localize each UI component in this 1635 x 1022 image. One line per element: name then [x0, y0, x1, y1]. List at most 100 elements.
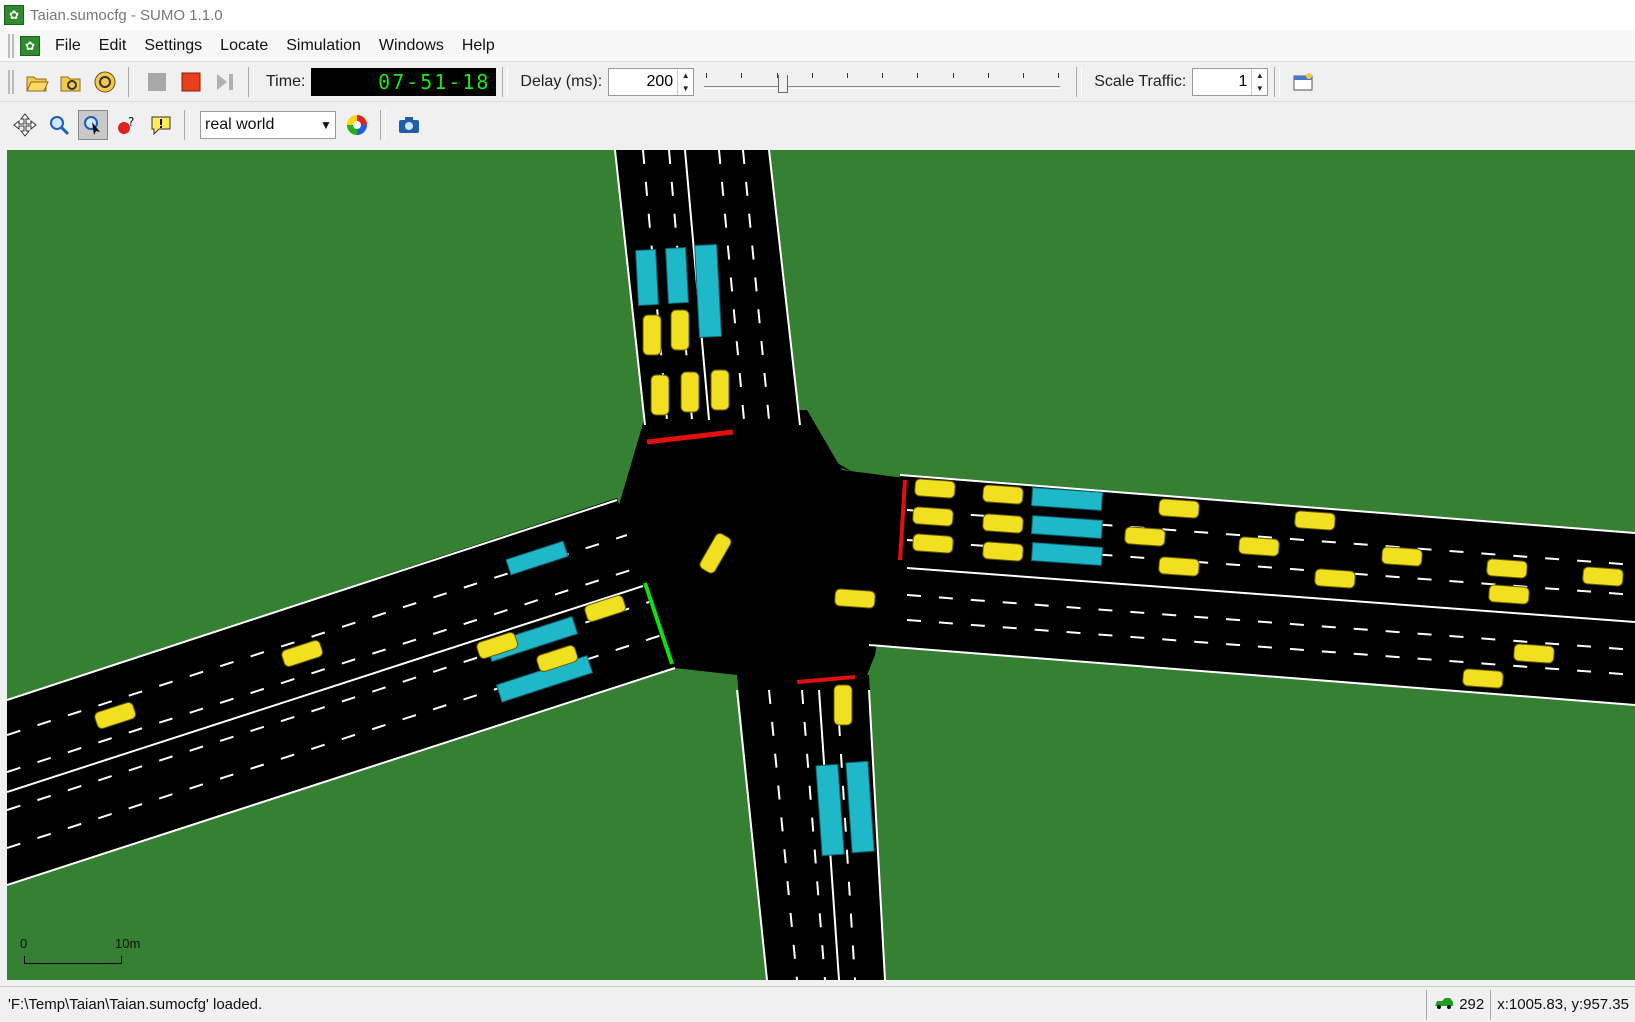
chevron-down-icon[interactable]: ▼ — [317, 118, 335, 132]
menu-file[interactable]: File — [46, 33, 90, 59]
car — [982, 484, 1024, 505]
car — [680, 371, 700, 413]
step-icon[interactable] — [210, 67, 240, 97]
status-message: 'F:\Temp\Taian\Taian.sumocfg' loaded. — [8, 996, 263, 1013]
menu-settings[interactable]: Settings — [135, 33, 211, 59]
west-road — [7, 498, 675, 885]
scale-traffic-spinner[interactable]: ▲▼ — [1192, 67, 1269, 96]
toolbar-separator — [184, 110, 190, 140]
delay-slider-tick — [811, 72, 813, 78]
car — [1381, 546, 1423, 567]
app-icon: ✿ — [4, 5, 24, 25]
cursor-coords-cell: x:1005.83, y:957.35 — [1490, 989, 1635, 1020]
car — [1294, 510, 1336, 531]
delay-slider-tick — [1058, 72, 1060, 78]
delay-slider-tick — [776, 72, 778, 78]
toolbar-separator — [502, 66, 509, 97]
recenter-icon[interactable] — [10, 110, 40, 140]
car — [982, 541, 1024, 562]
car — [912, 533, 954, 554]
scale-bar-line — [24, 956, 122, 964]
scale-traffic-input[interactable] — [1193, 68, 1252, 95]
car — [1582, 566, 1624, 587]
menu-edit[interactable]: Edit — [90, 33, 136, 59]
toolbar-separator — [248, 66, 254, 97]
car — [982, 513, 1024, 534]
delay-slider-track — [704, 85, 1061, 89]
scale-end-label: 10m — [115, 936, 141, 951]
menu-bar: ✿ File Edit Settings Locate Simulation W… — [0, 30, 1635, 62]
scale-traffic-label: Scale Traffic: — [1094, 72, 1187, 90]
toolbar-separator — [1274, 66, 1281, 97]
delay-slider-thumb[interactable] — [778, 74, 788, 93]
stop-icon[interactable] — [176, 67, 206, 97]
delay-slider-tick — [917, 72, 919, 78]
new-view-icon[interactable] — [1288, 67, 1318, 97]
car-icon — [1433, 996, 1455, 1013]
recent-icon[interactable] — [90, 67, 120, 97]
car — [1124, 526, 1166, 547]
reload-icon[interactable] — [56, 67, 86, 97]
zoom-icon[interactable] — [44, 110, 74, 140]
time-display: 07-51-18 — [311, 67, 497, 96]
car — [1486, 558, 1528, 579]
locate-icon[interactable]: ? — [112, 110, 142, 140]
car — [914, 478, 956, 499]
car — [650, 374, 670, 416]
toolbar-separator — [380, 110, 386, 140]
color-scheme-value: real world — [205, 116, 275, 133]
bus — [694, 243, 722, 338]
run-icon[interactable] — [142, 67, 172, 97]
delay-slider[interactable] — [702, 67, 1062, 97]
vehicle-count: 292 — [1459, 996, 1485, 1013]
car — [670, 309, 690, 351]
menu-grip — [8, 33, 14, 58]
car — [834, 588, 876, 609]
delay-input[interactable] — [609, 68, 678, 95]
car — [1158, 498, 1200, 519]
cursor-coords: x:1005.83, y:957.35 — [1497, 996, 1629, 1013]
car — [1314, 568, 1356, 589]
toolbar-separator — [1076, 66, 1083, 97]
scale-start-label: 0 — [20, 936, 28, 951]
delay-slider-tick — [741, 72, 743, 78]
color-wheel-icon[interactable] — [342, 110, 372, 140]
delay-slider-tick — [952, 72, 954, 78]
toolbar-separator — [128, 66, 134, 97]
screenshot-icon[interactable] — [394, 110, 424, 140]
scale-bar: 0 10m — [17, 936, 140, 966]
time-label: Time: — [266, 72, 306, 90]
car — [1513, 643, 1555, 664]
car — [710, 369, 730, 411]
window-title: Taian.sumocfg - SUMO 1.1.0 — [30, 6, 223, 24]
delay-slider-tick — [706, 72, 708, 78]
delay-slider-tick — [882, 72, 884, 78]
delay-slider-tick — [846, 72, 848, 78]
title-bar: ✿ Taian.sumocfg - SUMO 1.1.0 — [0, 0, 1635, 30]
vehicle-count-cell: 292 — [1426, 989, 1490, 1020]
status-bar: 'F:\Temp\Taian\Taian.sumocfg' loaded. 29… — [0, 986, 1635, 1022]
open-icon[interactable] — [22, 67, 52, 97]
toolbar-grip — [8, 69, 14, 94]
bus — [665, 246, 689, 305]
menu-app-icon[interactable]: ✿ — [20, 35, 40, 56]
car — [1462, 668, 1504, 689]
simulation-toolbar: Time: 07-51-18 Delay (ms): ▲▼ Scale Traf… — [0, 62, 1635, 102]
network-canvas[interactable]: 0 10m — [7, 150, 1635, 980]
bus — [635, 248, 659, 307]
scale-traffic-spinner-arrows[interactable]: ▲ ▼ — [1251, 68, 1267, 95]
menu-windows[interactable]: Windows — [370, 33, 453, 59]
delay-slider-tick — [1022, 72, 1024, 78]
menu-simulation[interactable]: Simulation — [277, 33, 370, 59]
menu-locate[interactable]: Locate — [211, 33, 277, 59]
delay-spinner[interactable]: ▲▼ — [608, 67, 695, 96]
tooltip-icon[interactable] — [146, 110, 176, 140]
delay-spinner-arrows[interactable]: ▲ ▼ — [677, 68, 693, 95]
car — [1238, 536, 1280, 557]
menu-help[interactable]: Help — [453, 33, 504, 59]
svg-text:?: ? — [128, 115, 134, 129]
road-network — [7, 150, 1635, 980]
delay-slider-tick — [987, 72, 989, 78]
select-icon[interactable] — [78, 110, 108, 140]
color-scheme-select[interactable]: real world ▼ — [200, 111, 336, 139]
